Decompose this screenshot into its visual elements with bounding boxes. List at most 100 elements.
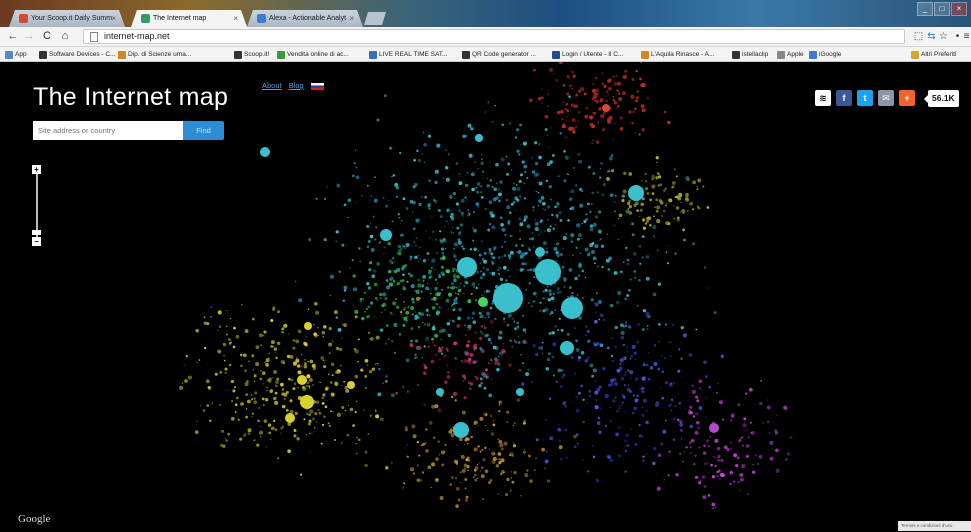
- map-node[interactable]: [262, 372, 266, 375]
- map-node[interactable]: [485, 413, 488, 416]
- map-node[interactable]: [481, 448, 484, 451]
- map-node[interactable]: [552, 292, 555, 295]
- map-node[interactable]: [473, 449, 475, 451]
- map-node[interactable]: [341, 337, 343, 339]
- map-node[interactable]: [633, 203, 637, 208]
- map-node[interactable]: [586, 402, 589, 404]
- map-node[interactable]: [730, 414, 735, 418]
- map-node[interactable]: [473, 228, 477, 233]
- map-node[interactable]: [324, 198, 326, 200]
- map-node[interactable]: [542, 208, 544, 210]
- map-node[interactable]: [452, 226, 454, 229]
- map-node[interactable]: [544, 230, 546, 232]
- map-node[interactable]: [645, 276, 650, 281]
- map-node[interactable]: [575, 184, 578, 187]
- map-node[interactable]: [462, 247, 465, 250]
- map-node[interactable]: [463, 463, 467, 467]
- map-node[interactable]: [465, 495, 469, 499]
- map-node[interactable]: [448, 319, 452, 322]
- map-node[interactable]: [635, 69, 638, 73]
- map-node[interactable]: [511, 345, 514, 348]
- map-node[interactable]: [464, 324, 466, 327]
- map-node[interactable]: [359, 297, 363, 301]
- map-node[interactable]: [230, 379, 235, 384]
- map-node[interactable]: [391, 220, 394, 223]
- map-node[interactable]: [410, 284, 415, 289]
- map-node[interactable]: [374, 363, 377, 366]
- map-node[interactable]: [406, 390, 410, 393]
- map-node[interactable]: [699, 479, 702, 482]
- map-node[interactable]: [379, 292, 383, 297]
- map-node[interactable]: [656, 161, 658, 163]
- close-tab-icon[interactable]: ×: [111, 10, 116, 27]
- map-node[interactable]: [655, 403, 659, 408]
- map-node[interactable]: [573, 435, 577, 439]
- map-node[interactable]: [205, 379, 210, 384]
- map-node[interactable]: [491, 271, 496, 276]
- map-node[interactable]: [484, 207, 487, 210]
- map-node[interactable]: [607, 394, 610, 396]
- map-node[interactable]: [620, 377, 625, 381]
- map-node[interactable]: [366, 245, 370, 248]
- map-node[interactable]: [328, 425, 331, 428]
- map-node[interactable]: [227, 432, 230, 436]
- map-node[interactable]: [473, 350, 475, 352]
- map-node[interactable]: [662, 429, 667, 434]
- map-node[interactable]: [689, 426, 692, 428]
- map-node[interactable]: [253, 397, 256, 400]
- tab-alexa[interactable]: Alexa - Actionable Analyt ×: [247, 10, 363, 27]
- map-node[interactable]: [592, 139, 595, 142]
- map-node[interactable]: [624, 297, 628, 301]
- map-node[interactable]: [622, 325, 626, 328]
- map-node[interactable]: [577, 359, 580, 362]
- map-node[interactable]: [308, 237, 312, 242]
- map-node[interactable]: [502, 317, 506, 320]
- map-node[interactable]: [308, 419, 312, 422]
- map-node[interactable]: [624, 439, 627, 443]
- map-node[interactable]: [707, 494, 711, 497]
- map-node[interactable]: [339, 347, 343, 351]
- map-node[interactable]: [344, 409, 347, 412]
- map-node[interactable]: [264, 397, 269, 402]
- map-node[interactable]: [541, 102, 543, 105]
- map-node[interactable]: [655, 176, 659, 180]
- map-node[interactable]: [467, 357, 472, 362]
- map-node[interactable]: [392, 301, 397, 306]
- map-node[interactable]: [558, 62, 563, 65]
- map-node[interactable]: [574, 372, 577, 375]
- map-node[interactable]: [253, 374, 257, 378]
- map-node[interactable]: [427, 465, 432, 470]
- map-node[interactable]: [393, 351, 397, 355]
- map-node[interactable]: [259, 369, 262, 372]
- map-node[interactable]: [546, 162, 551, 167]
- map-node[interactable]: [603, 319, 605, 321]
- map-node[interactable]: [435, 478, 438, 481]
- map-node[interactable]: [263, 330, 267, 334]
- map-node[interactable]: [594, 244, 599, 249]
- map-node[interactable]: [608, 86, 612, 91]
- map-node[interactable]: [270, 427, 273, 430]
- map-node[interactable]: [663, 357, 666, 360]
- map-node[interactable]: [428, 179, 431, 182]
- map-node[interactable]: [461, 469, 466, 473]
- map-node[interactable]: [626, 258, 630, 262]
- map-node[interactable]: [203, 321, 207, 325]
- map-node[interactable]: [303, 418, 306, 421]
- map-node[interactable]: [327, 373, 330, 376]
- map-node-major[interactable]: [709, 423, 719, 433]
- map-node[interactable]: [432, 230, 435, 233]
- map-node[interactable]: [692, 180, 696, 185]
- map-node[interactable]: [622, 189, 627, 194]
- map-node[interactable]: [652, 292, 657, 297]
- map-node[interactable]: [576, 223, 581, 228]
- map-node[interactable]: [682, 228, 685, 232]
- map-node[interactable]: [416, 464, 419, 467]
- map-node[interactable]: [549, 198, 552, 201]
- map-node[interactable]: [746, 492, 749, 495]
- map-node[interactable]: [589, 363, 594, 368]
- map-node[interactable]: [440, 327, 442, 329]
- map-node[interactable]: [304, 387, 306, 390]
- map-node[interactable]: [624, 371, 627, 374]
- map-node[interactable]: [550, 296, 555, 301]
- map-node[interactable]: [293, 434, 297, 438]
